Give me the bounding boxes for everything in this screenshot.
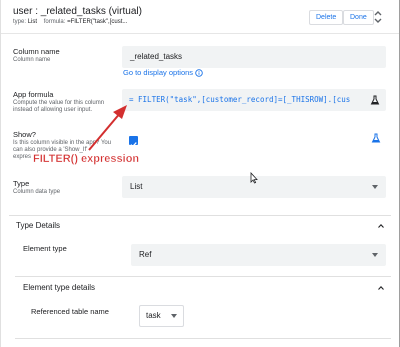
dropdown-arrow-icon — [170, 314, 177, 318]
display-options-link[interactable]: Go to display options — [123, 68, 193, 77]
type-key: type: — [13, 19, 27, 25]
show-flask-icon[interactable] — [371, 133, 381, 143]
formula-summary: =FILTER("task",[cust... — [67, 19, 128, 25]
column-header: user : _related_tasks (virtual) type: Li… — [1, 0, 399, 34]
element-type-label: Element type — [23, 244, 67, 253]
dropdown-arrow-icon — [372, 185, 378, 189]
element-type-value: Ref — [139, 250, 152, 259]
section-divider — [15, 276, 391, 277]
section-divider — [15, 338, 391, 339]
type-help: Column data type — [13, 189, 61, 195]
info-icon[interactable] — [195, 69, 203, 77]
show-checkbox[interactable] — [129, 136, 138, 148]
app-formula-label: App formula — [13, 90, 54, 99]
ref-table-label: Referenced table name — [31, 307, 109, 316]
column-title: user : _related_tasks (virtual) — [13, 6, 142, 17]
column-editor-panel: user : _related_tasks (virtual) type: Li… — [0, 0, 400, 347]
type-label: Type — [13, 179, 30, 188]
app-formula-input[interactable]: = FILTER("task",[customer_record]=[_THIS… — [122, 89, 386, 111]
chevron-up-icon[interactable] — [378, 223, 384, 229]
delete-button[interactable]: Delete — [309, 10, 344, 25]
annotation-label: FILTER() expression — [31, 153, 142, 165]
reorder-icon[interactable] — [373, 9, 383, 25]
flask-icon[interactable] — [370, 95, 380, 105]
dropdown-arrow-icon — [372, 253, 378, 257]
mouse-cursor-icon — [250, 172, 258, 184]
type-select-value: List — [130, 182, 143, 191]
type-value: List — [27, 19, 38, 25]
column-summary: type: List formula: =FILTER("task",[cust… — [13, 19, 127, 25]
section-divider — [9, 215, 391, 216]
ref-table-value: task — [146, 311, 161, 320]
done-button[interactable]: Done — [343, 10, 374, 25]
formula-key: formula: — [43, 19, 66, 25]
column-name-label: Column name — [13, 47, 60, 56]
ref-table-select[interactable]: task — [139, 305, 184, 327]
chevron-up-icon[interactable] — [378, 285, 384, 291]
column-name-input[interactable]: _related_tasks — [122, 46, 386, 68]
column-name-help: Column name — [13, 57, 51, 63]
check-icon — [130, 142, 137, 148]
element-type-details-header[interactable]: Element type details — [23, 283, 95, 292]
type-details-header[interactable]: Type Details — [16, 221, 60, 230]
element-type-select[interactable]: Ref — [131, 244, 386, 266]
show-label: Show? — [13, 130, 36, 139]
app-formula-help: Compute the value for this column instea… — [13, 100, 105, 113]
